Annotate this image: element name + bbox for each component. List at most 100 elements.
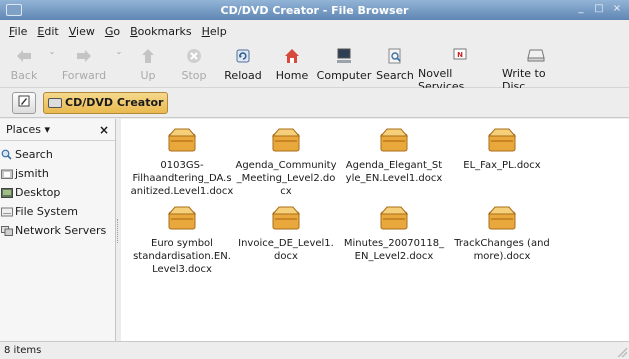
network-icon bbox=[0, 225, 13, 236]
sidebar-item-search[interactable]: Search bbox=[0, 145, 115, 164]
close-sidebar-button[interactable]: × bbox=[99, 123, 109, 137]
file-name-line: Invoice_DE_Level1. bbox=[238, 238, 334, 249]
file-name-line: 0103GS- bbox=[160, 160, 204, 171]
menu-file[interactable]: File bbox=[4, 25, 32, 38]
write-to-disc-button[interactable]: Write to Disc bbox=[502, 43, 570, 93]
file-name-line: Filhaandtering_DA.s bbox=[132, 173, 232, 184]
toolbar: Back ⌄ Forward ⌄ Up Stop Reload Home Com… bbox=[0, 43, 629, 93]
places-dropdown[interactable]: Places ▾ bbox=[6, 123, 50, 136]
computer-button[interactable]: Computer bbox=[316, 43, 372, 87]
reload-label: Reload bbox=[224, 69, 262, 82]
chevron-down-icon: ▾ bbox=[44, 123, 51, 136]
menu-help-mnemonic: H bbox=[201, 25, 210, 38]
file-name-line: _Meeting_Level2.do bbox=[236, 173, 336, 184]
file-name: Invoice_DE_Level1. docx bbox=[238, 237, 334, 263]
document-file-icon bbox=[379, 206, 409, 230]
search-icon bbox=[0, 149, 13, 160]
file-name-line: TrackChanges (and bbox=[454, 238, 550, 249]
sidebar-item-label: jsmith bbox=[15, 167, 49, 180]
menu-view-mnemonic: V bbox=[68, 25, 77, 38]
file-name: Agenda_Elegant_St yle_EN.Level1.docx bbox=[346, 159, 443, 185]
sidebar-item-jsmith[interactable]: jsmith bbox=[0, 164, 115, 183]
forward-button[interactable]: Forward bbox=[58, 43, 110, 87]
close-button[interactable]: × bbox=[611, 3, 623, 14]
file-name-line: Euro symbol bbox=[151, 238, 213, 249]
file-name-line: Agenda_Community bbox=[235, 160, 337, 171]
novell-services-button[interactable]: N Novell Services bbox=[418, 43, 502, 93]
sidebar-item-label: Network Servers bbox=[15, 224, 107, 237]
svg-text:N: N bbox=[457, 51, 463, 59]
up-button[interactable]: Up bbox=[126, 43, 170, 87]
file-item[interactable]: Minutes_20070118_ EN_Level2.docx bbox=[336, 206, 452, 263]
sidebar: Places ▾ × Search jsmith Desktop File Sy… bbox=[0, 119, 116, 341]
home-icon bbox=[283, 47, 301, 65]
file-name: Agenda_Community _Meeting_Level2.do cx bbox=[235, 159, 336, 198]
chevron-down-icon: ⌄ bbox=[115, 47, 123, 56]
forward-history-dropdown[interactable]: ⌄ bbox=[110, 43, 126, 87]
menu-file-label: ile bbox=[14, 25, 28, 38]
file-item[interactable]: Agenda_Elegant_St yle_EN.Level1.docx bbox=[336, 128, 452, 185]
document-file-icon bbox=[167, 128, 197, 152]
resize-grip[interactable] bbox=[617, 347, 627, 357]
menu-help-label: elp bbox=[209, 25, 227, 38]
forward-arrow-icon bbox=[75, 47, 93, 65]
file-item[interactable]: EL_Fax_PL.docx bbox=[444, 128, 560, 172]
window-title: CD/DVD Creator - File Browser bbox=[220, 3, 409, 17]
sidebar-item-file-system[interactable]: File System bbox=[0, 202, 115, 221]
breadcrumb-cd-dvd-creator[interactable]: CD/DVD Creator bbox=[43, 91, 169, 114]
search-label: Search bbox=[376, 69, 414, 82]
status-bar: 8 items bbox=[0, 341, 629, 359]
menu-bar: File Edit View Go Bookmarks Help bbox=[0, 20, 629, 43]
file-name: Minutes_20070118_ EN_Level2.docx bbox=[344, 237, 444, 263]
minimize-button[interactable]: _ bbox=[575, 3, 587, 14]
cd-drive-icon bbox=[48, 97, 62, 108]
menu-edit-label: dit bbox=[44, 25, 59, 38]
computer-icon bbox=[335, 47, 353, 65]
stop-button[interactable]: Stop bbox=[170, 43, 218, 87]
back-history-dropdown[interactable]: ⌄ bbox=[44, 43, 58, 87]
title-bar: CD/DVD Creator - File Browser _ □ × bbox=[0, 0, 629, 20]
toggle-location-entry-button[interactable] bbox=[12, 91, 36, 114]
breadcrumb-label: CD/DVD Creator bbox=[65, 96, 164, 109]
menu-bookmarks[interactable]: Bookmarks bbox=[125, 25, 196, 38]
file-name-line: EL_Fax_PL.docx bbox=[463, 160, 541, 171]
file-item[interactable]: TrackChanges (and more).docx bbox=[444, 206, 560, 263]
search-button[interactable]: Search bbox=[372, 43, 418, 87]
file-item[interactable]: Euro symbol standardisation.EN. Level3.d… bbox=[124, 206, 240, 276]
file-name: EL_Fax_PL.docx bbox=[463, 159, 540, 172]
home-label: Home bbox=[275, 69, 309, 82]
location-bar: CD/DVD Creator bbox=[0, 88, 629, 118]
reload-icon bbox=[234, 47, 252, 65]
file-item[interactable]: Invoice_DE_Level1. docx bbox=[228, 206, 344, 263]
sidebar-item-label: Desktop bbox=[15, 186, 61, 199]
places-label: Places bbox=[6, 123, 41, 136]
document-file-icon bbox=[271, 206, 301, 230]
reload-button[interactable]: Reload bbox=[218, 43, 268, 87]
file-item[interactable]: Agenda_Community _Meeting_Level2.do cx bbox=[228, 128, 344, 198]
file-name-line: anitized.Level1.docx bbox=[130, 186, 234, 197]
splitter-grip bbox=[117, 219, 119, 243]
stop-icon bbox=[185, 47, 203, 65]
back-button[interactable]: Back bbox=[4, 43, 44, 87]
file-name-line: more).docx bbox=[473, 251, 531, 262]
chevron-down-icon: ⌄ bbox=[48, 47, 56, 56]
document-file-icon bbox=[379, 128, 409, 152]
menu-bookmarks-mnemonic: B bbox=[130, 25, 138, 38]
sidebar-item-label: File System bbox=[15, 205, 78, 218]
file-name: Euro symbol standardisation.EN. Level3.d… bbox=[133, 237, 231, 276]
menu-view[interactable]: View bbox=[64, 25, 100, 38]
file-name-line: EN_Level2.docx bbox=[354, 251, 434, 262]
file-item[interactable]: 0103GS- Filhaandtering_DA.s anitized.Lev… bbox=[124, 128, 240, 198]
sidebar-item-network-servers[interactable]: Network Servers bbox=[0, 221, 115, 240]
up-label: Up bbox=[140, 69, 156, 82]
menu-go[interactable]: Go bbox=[100, 25, 125, 38]
document-file-icon bbox=[271, 128, 301, 152]
document-file-icon bbox=[487, 128, 517, 152]
menu-help[interactable]: Help bbox=[197, 25, 232, 38]
maximize-button[interactable]: □ bbox=[593, 3, 605, 14]
document-file-icon bbox=[167, 206, 197, 230]
back-arrow-icon bbox=[15, 47, 33, 65]
home-button[interactable]: Home bbox=[268, 43, 316, 87]
menu-edit[interactable]: Edit bbox=[32, 25, 63, 38]
sidebar-item-desktop[interactable]: Desktop bbox=[0, 183, 115, 202]
